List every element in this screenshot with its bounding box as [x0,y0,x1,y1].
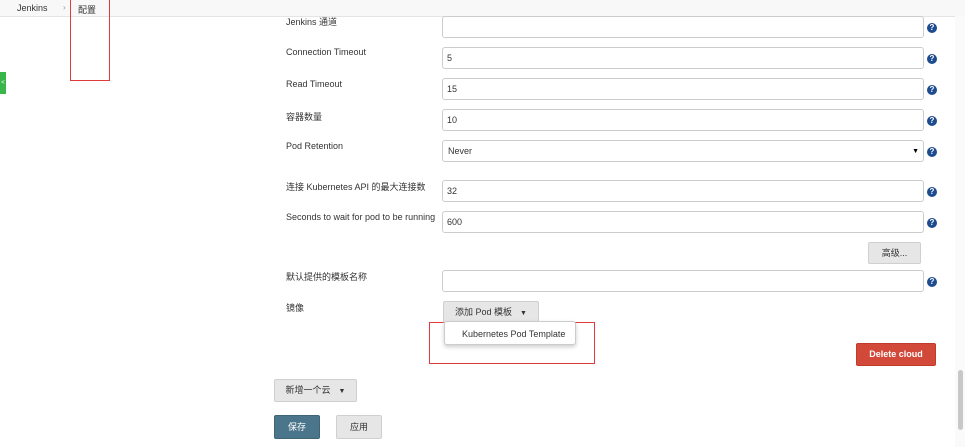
side-toggle-tab[interactable]: < [0,72,6,94]
apply-button[interactable]: 应用 [336,415,382,439]
pod-wait-label: Seconds to wait for pod to be running [286,212,436,222]
read-timeout-label: Read Timeout [286,79,343,89]
default-template-name-input[interactable] [442,270,924,292]
help-icon[interactable]: ? [927,277,937,287]
default-template-name-label: 默认提供的模板名称 [286,272,368,282]
container-count-input[interactable] [442,109,924,131]
menu-item-kubernetes-pod-template[interactable]: Kubernetes Pod Template [462,329,565,339]
breadcrumb-jenkins[interactable]: Jenkins [17,3,48,13]
pod-wait-input[interactable] [442,211,924,233]
images-label: 镜像 [286,303,305,313]
pod-retention-select[interactable]: Never ▼ [442,140,924,162]
container-count-label: 容器数量 [286,112,323,122]
connection-timeout-input[interactable] [442,47,924,69]
advanced-button[interactable]: 高级... [868,242,921,264]
pod-retention-value: Never [448,146,473,156]
save-button[interactable]: 保存 [274,415,320,439]
breadcrumb-configure[interactable]: 配置 [78,3,96,16]
help-icon[interactable]: ? [927,116,937,126]
help-icon[interactable]: ? [927,54,937,64]
help-icon[interactable]: ? [927,23,937,33]
max-connections-label: 连接 Kubernetes API 的最大连接数 [286,182,426,192]
help-icon[interactable]: ? [927,218,937,228]
chevron-down-icon: ▼ [912,147,919,155]
pod-retention-label: Pod Retention [286,141,344,151]
breadcrumb-separator: › [63,3,66,12]
jenkins-channel-label: Jenkins 通道 [286,17,338,27]
help-icon[interactable]: ? [927,187,937,197]
add-cloud-button[interactable]: 新增一个云 ▼ [274,379,357,402]
breadcrumb: Jenkins › 配置 [0,0,965,17]
caret-down-icon: ▼ [338,388,346,395]
add-cloud-label: 新增一个云 [285,385,331,395]
add-pod-template-label: 添加 Pod 模板 [455,307,513,317]
help-icon[interactable]: ? [927,147,937,157]
help-icon[interactable]: ? [927,85,937,95]
add-pod-template-button[interactable]: 添加 Pod 模板 ▼ [443,301,539,323]
caret-down-icon: ▼ [520,310,527,317]
scrollbar-thumb[interactable] [958,370,963,430]
pod-template-menu: Kubernetes Pod Template [444,321,576,345]
delete-cloud-button[interactable]: Delete cloud [856,343,936,366]
jenkins-channel-input[interactable] [442,16,924,38]
connection-timeout-label: Connection Timeout [286,47,367,57]
max-connections-input[interactable] [442,180,924,202]
read-timeout-input[interactable] [442,78,924,100]
